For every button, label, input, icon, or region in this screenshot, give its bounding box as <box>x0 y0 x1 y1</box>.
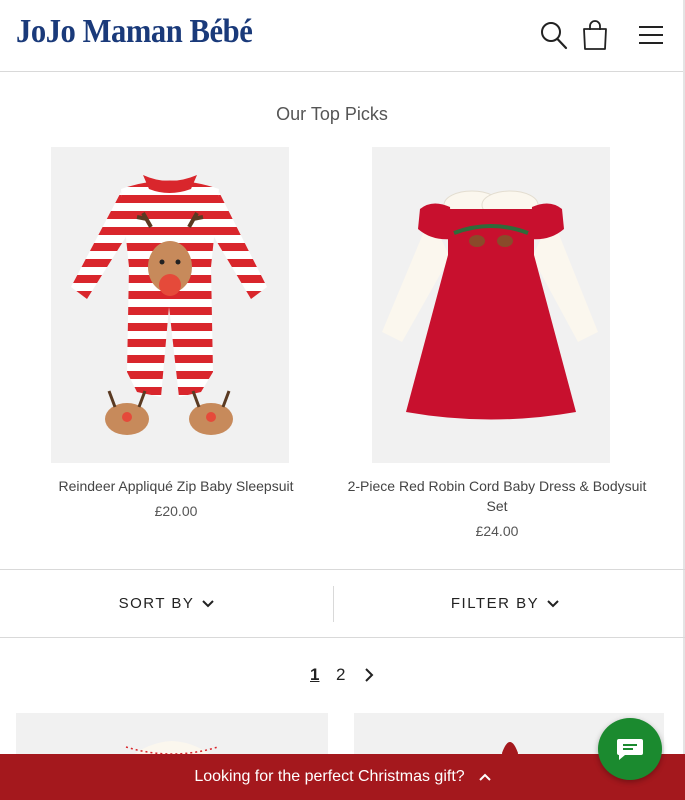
sort-by-button[interactable]: SORT BY <box>0 570 333 637</box>
divider <box>333 586 334 622</box>
page-2-link[interactable]: 2 <box>336 665 345 685</box>
product-image[interactable] <box>372 147 610 463</box>
chevron-right-icon[interactable] <box>364 668 374 687</box>
filter-by-button[interactable]: FILTER BY <box>345 570 665 637</box>
search-icon[interactable] <box>537 16 571 54</box>
sort-filter-bar: SORT BY FILTER BY <box>0 569 685 638</box>
site-logo[interactable]: JoJo Maman Bébé <box>16 13 253 51</box>
sort-by-label: SORT BY <box>118 595 195 612</box>
chat-bubble-icon <box>617 739 643 760</box>
chevron-down-icon <box>547 599 559 607</box>
filter-by-label: FILTER BY <box>450 595 540 612</box>
hamburger-menu-icon[interactable] <box>634 16 668 54</box>
product-price: £20.00 <box>154 503 198 519</box>
pagination: 1 2 <box>0 665 685 691</box>
promo-text: Looking for the perfect Christmas gift? <box>194 768 465 785</box>
page-1-link[interactable]: 1 <box>310 665 319 685</box>
chat-button[interactable] <box>598 718 662 780</box>
shopping-bag-icon[interactable] <box>578 16 612 54</box>
product-name[interactable]: 2-Piece Red Robin Cord Baby Dress & Body… <box>340 476 654 516</box>
product-name[interactable]: Reindeer Appliqué Zip Baby Sleepsuit <box>40 476 312 496</box>
section-title: Our Top Picks <box>276 104 388 124</box>
chevron-up-icon <box>478 773 491 781</box>
chevron-down-icon <box>202 599 215 607</box>
christmas-gift-promo-bar[interactable]: Looking for the perfect Christmas gift? <box>0 754 685 800</box>
product-image[interactable] <box>51 147 289 463</box>
site-header: JoJo Maman Bébé <box>0 0 685 72</box>
product-price: £24.00 <box>475 523 519 539</box>
